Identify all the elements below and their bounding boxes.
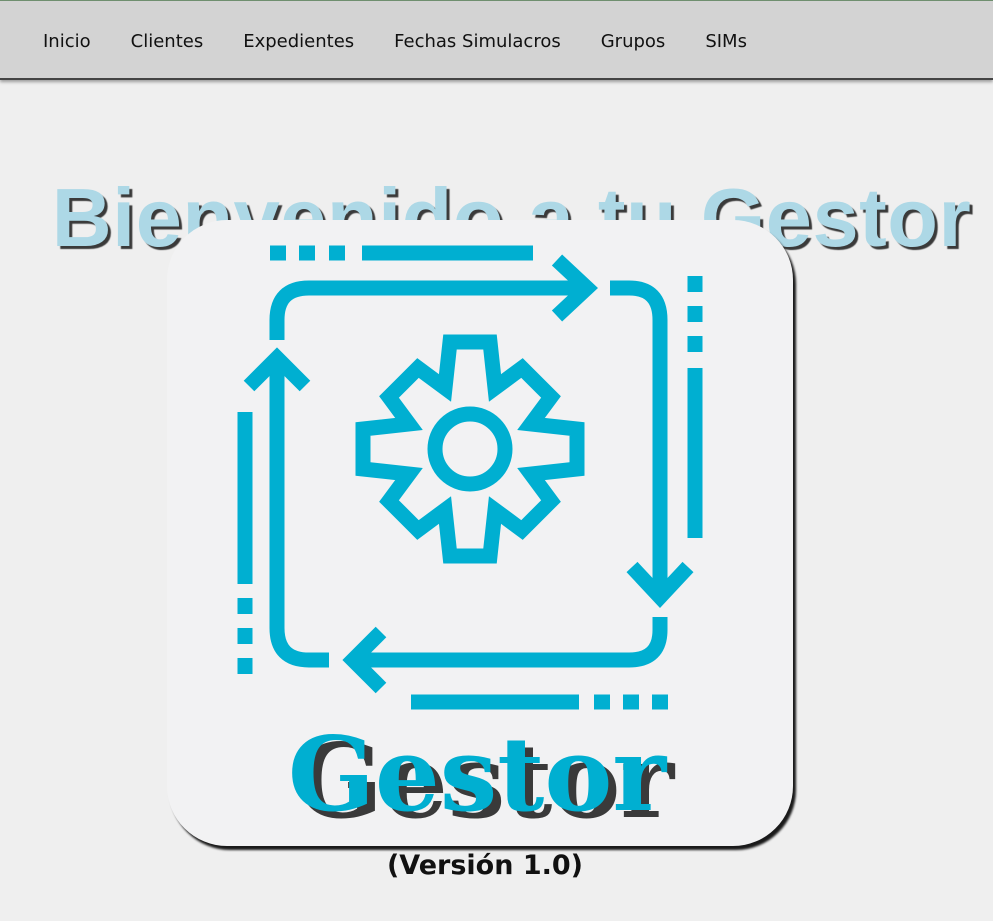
nav-item-clientes[interactable]: Clientes [111,31,224,52]
top-nav-bar: Inicio Clientes Expedientes Fechas Simul… [0,0,993,80]
nav-item-grupos[interactable]: Grupos [581,31,686,52]
app-logo: Gestor Gestor [167,220,793,846]
nav-item-sims[interactable]: SIMs [685,31,767,52]
gear-cycle-icon: Gestor Gestor [237,245,703,842]
logo-wordmark: Gestor [288,715,668,835]
nav-item-inicio[interactable]: Inicio [23,31,111,52]
nav-item-fechas-simulacros[interactable]: Fechas Simulacros [374,31,581,52]
nav-item-expedientes[interactable]: Expedientes [223,31,374,52]
version-label: (Versión 1.0) [386,850,584,881]
main-nav: Inicio Clientes Expedientes Fechas Simul… [0,1,767,81]
